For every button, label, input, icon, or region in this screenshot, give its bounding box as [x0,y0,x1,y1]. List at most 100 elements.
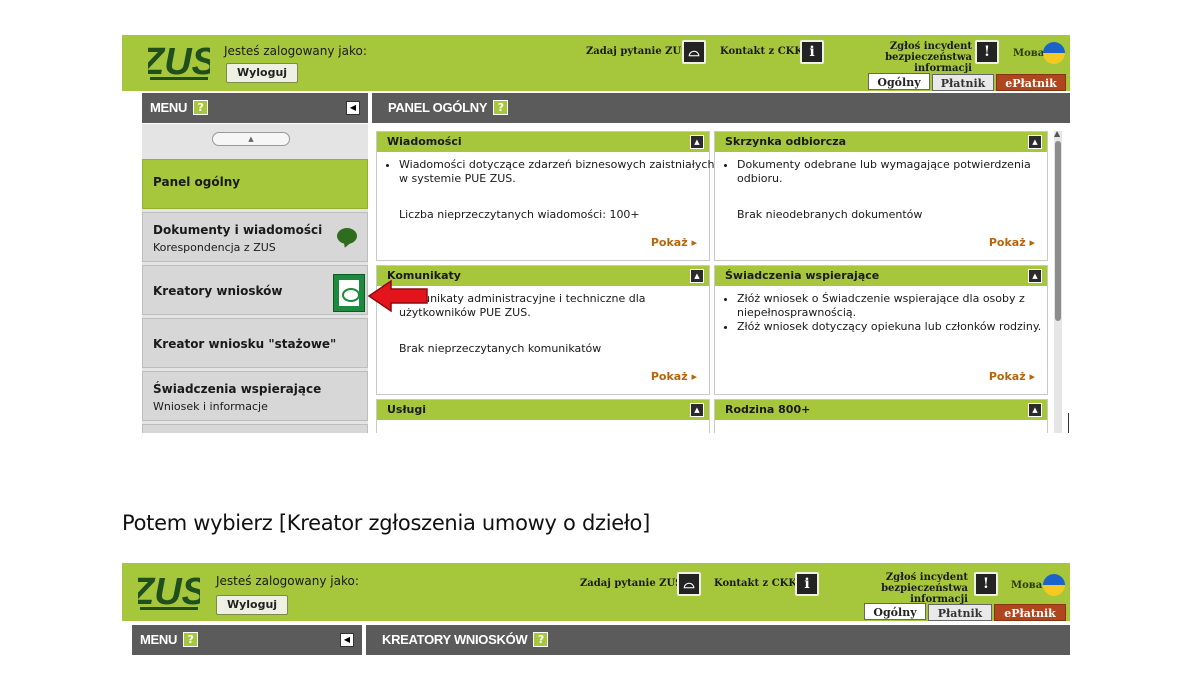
card-bullets: Komunikaty administracyjne i techniczne … [383,292,719,320]
card-uslugi: Usługi ▲ [376,399,710,433]
card-skrzynka: Skrzynka odbiorcza▲ Dokumenty odebrane l… [714,131,1048,261]
sidebar-item-kreatory-wnioskow[interactable]: Kreatory wniosków [142,265,368,315]
red-arrow-icon [367,279,428,313]
ask-question-link[interactable]: Zadaj pytanie ZUS [580,578,682,589]
scroll-up-arrow-icon[interactable]: ▲ [1054,129,1060,138]
logged-in-label: Jesteś zalogowany jako: [224,44,367,58]
sidebar-item-label: Kreatory wniosków [153,284,283,298]
divider-line [1068,413,1069,433]
card-title: Rodzina 800+ [725,403,811,416]
card-bullets: Wiadomości dotyczące zdarzeń biznesowych… [383,158,719,186]
sidebar-item-label: Kreator wniosku "stażowe" [153,337,337,351]
bullet-item: Złóż wniosek dotyczący opiekuna lub czło… [737,320,1057,334]
card-wiadomosci: Wiadomości▲ Wiadomości dotyczące zdarzeń… [376,131,714,261]
ask-question-link[interactable]: Zadaj pytanie ZUS [586,46,688,57]
menu-title: MENU [140,632,178,647]
collapse-menu-icon[interactable]: ◀ [346,101,360,115]
content-scrollbar[interactable]: ▲ [1054,129,1062,433]
sidebar-item-next[interactable] [142,424,368,433]
sidebar-item-kreator-stazowe[interactable]: Kreator wniosku "stażowe" [142,318,368,368]
bullet-item: Złóż wniosek o Świadczenie wspierające d… [737,292,1057,320]
logout-button[interactable]: Wyloguj [226,63,298,83]
sidebar-item-sublabel: Wniosek i informacje [153,400,268,413]
tab-ogolny[interactable]: Ogólny [864,603,926,620]
card-info: Brak nieprzeczytanych komunikatów [399,342,602,355]
tab-ogolny[interactable]: Ogólny [868,73,930,90]
menu-help-icon[interactable]: ? [193,100,209,115]
bullet-item: Dokumenty odebrane lub wymagające potwie… [737,158,1057,186]
collapse-card-icon[interactable]: ▲ [1028,269,1042,283]
language-link[interactable]: Мова [1013,48,1044,59]
panel-title-bar: KREATORY WNIOSKÓW? [366,625,1070,655]
header-bar: ZUS Jesteś zalogowany jako: Wyloguj Zada… [122,563,1070,621]
show-more-link[interactable]: Pokaż ▸ [989,370,1035,383]
card-bullets: Złóż wniosek o Świadczenie wspierające d… [721,292,1057,334]
panel-title: KREATORY WNIOSKÓW [382,632,528,647]
language-link[interactable]: Мова [1011,580,1042,591]
warning-icon[interactable]: ! [974,572,998,596]
collapse-card-icon[interactable]: ▲ [1028,403,1042,417]
collapse-card-icon[interactable]: ▲ [690,403,704,417]
svg-text:ZUS: ZUS [138,571,200,611]
incident-label-line2: bezpieczeństwa informacji [885,52,972,74]
tab-platnik[interactable]: Płatnik [928,604,992,621]
panel-help-icon[interactable]: ? [533,632,549,647]
speech-bubble-icon [337,228,357,244]
contact-ckk-link[interactable]: Kontakt z CKK [720,46,803,57]
show-more-link[interactable]: Pokaż ▸ [989,236,1035,249]
menu-title: MENU [150,100,188,115]
info-icon[interactable]: i [795,572,819,596]
incident-link[interactable]: Zgłoś incydent bezpieczeństwa informacji [834,41,972,74]
zus-logo[interactable]: ZUS [138,571,200,611]
scroll-up-button[interactable]: ▲ [212,132,290,146]
incident-link[interactable]: Zgłoś incydent bezpieczeństwa informacji [828,572,968,605]
contact-ckk-link[interactable]: Kontakt z CKK [714,578,797,589]
sidebar-item-label: Panel ogólny [153,175,241,189]
ukraine-flag-icon[interactable] [1043,42,1065,64]
panel-help-icon[interactable]: ? [493,100,509,115]
sidebar-item-sublabel: Korespondencja z ZUS [153,241,276,254]
sidebar-item-swiadczenia[interactable]: Świadczenia wspierające Wniosek i inform… [142,371,368,421]
card-header: Rodzina 800+ ▲ [715,400,1047,420]
card-bullets: Dokumenty odebrane lub wymagające potwie… [721,158,1057,186]
panel-content: Wiadomości ▲ Wiadomości dotyczące zdarzeń… [372,124,1070,433]
screenshot-panel-ogolny: ZUS Jesteś zalogowany jako: Wyloguj Zada… [122,35,1070,433]
collapse-card-icon[interactable]: ▲ [1028,135,1042,149]
card-rodzina: Rodzina 800+ ▲ [714,399,1048,433]
incident-label-line2: bezpieczeństwa informacji [881,583,968,605]
warning-icon[interactable]: ! [975,40,999,64]
question-icon[interactable]: ⌓ [682,40,706,64]
tab-eplatnik[interactable]: ePłatnik [994,604,1066,621]
card-title: Wiadomości [387,135,462,148]
collapse-card-icon[interactable]: ▲ [690,269,704,283]
menu-help-icon[interactable]: ? [183,632,199,647]
sidebar-item-dokumenty[interactable]: Dokumenty i wiadomości Korespondencja z … [142,212,368,262]
collapse-card-icon[interactable]: ▲ [690,135,704,149]
ukraine-flag-icon[interactable] [1043,574,1065,596]
card-title: Usługi [387,403,427,416]
incident-label-line1: Zgłoś incydent [889,41,972,52]
sidebar-item-panel-ogolny[interactable]: Panel ogólny [142,159,368,209]
sidebar-menu: ▲ Panel ogólny Dokumenty i wiadomości Ko… [142,124,368,433]
card-swiadczenia: Świadczenia wspierające▲ Złóż wniosek o … [714,265,1048,395]
card-header: Wiadomości ▲ [377,132,709,152]
show-more-link[interactable]: Pokaż ▸ [651,236,697,249]
panel-title-bar: PANEL OGÓLNY? [372,93,1070,123]
info-icon[interactable]: i [800,40,824,64]
tab-eplatnik[interactable]: ePłatnik [996,74,1066,91]
question-icon[interactable]: ⌓ [677,572,701,596]
menu-bar: MENU? ◀ [142,93,368,123]
incident-label-line1: Zgłoś incydent [885,572,968,583]
svg-text:ZUS: ZUS [148,41,210,81]
collapse-menu-icon[interactable]: ◀ [340,633,354,647]
logged-in-label: Jesteś zalogowany jako: [216,574,359,588]
zus-logo[interactable]: ZUS [148,41,210,81]
show-more-link[interactable]: Pokaż ▸ [651,370,697,383]
tab-platnik[interactable]: Płatnik [932,74,994,91]
card-title: Skrzynka odbiorcza [725,135,847,148]
form-document-icon[interactable] [333,274,365,312]
scrollbar-thumb[interactable] [1055,141,1061,321]
bullet-item: Wiadomości dotyczące zdarzeń biznesowych… [399,158,719,186]
panel-title: PANEL OGÓLNY [388,100,488,115]
logout-button[interactable]: Wyloguj [216,595,288,615]
